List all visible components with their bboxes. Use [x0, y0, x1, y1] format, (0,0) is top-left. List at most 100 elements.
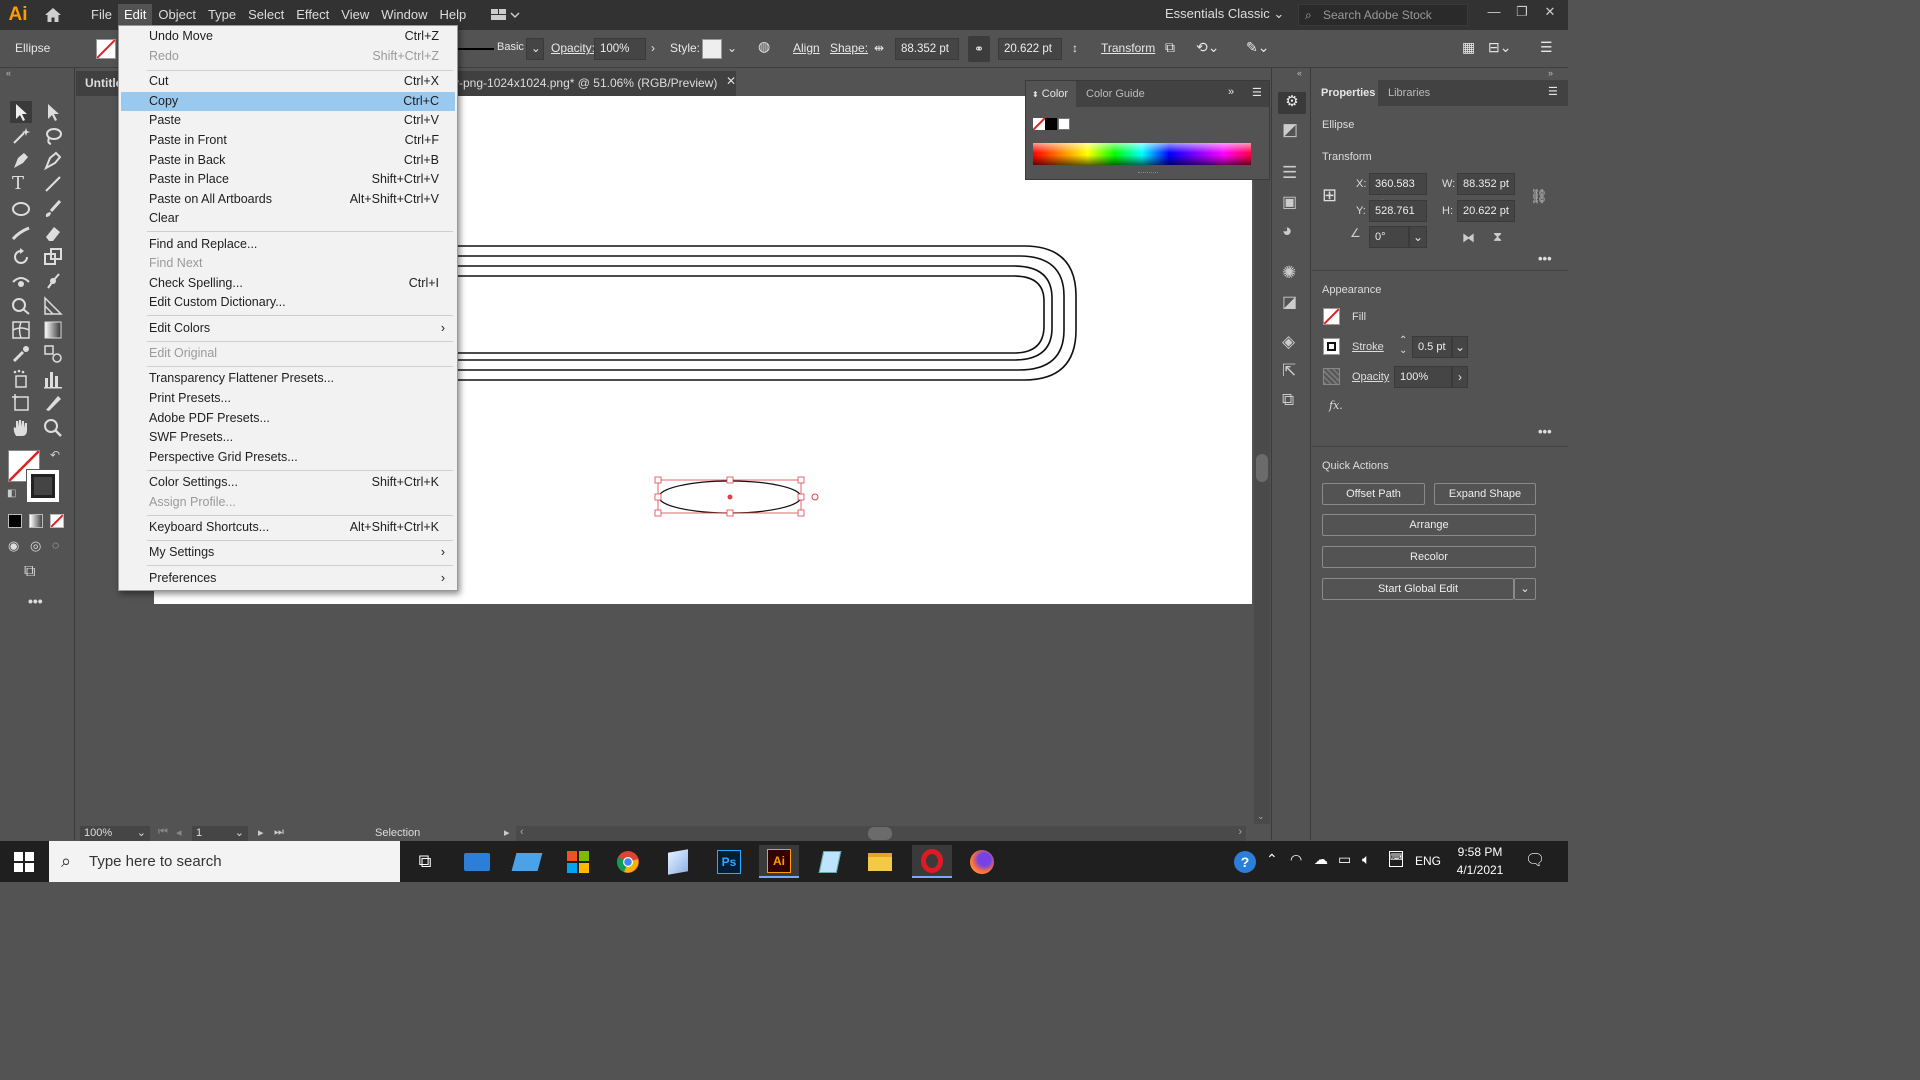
slice-tool-icon[interactable]	[42, 392, 64, 414]
none-swatch[interactable]	[1033, 118, 1045, 130]
scroll-down-icon[interactable]: ⌄	[1257, 811, 1265, 822]
menu-item-adobe-pdf-presets[interactable]: Adobe PDF Presets...	[121, 409, 455, 428]
last-artboard-icon[interactable]: ⏭	[274, 826, 284, 839]
menu-item-perspective-grid-presets[interactable]: Perspective Grid Presets...	[121, 448, 455, 467]
paintbrush-tool-icon[interactable]	[42, 198, 64, 220]
menu-item-color-settings[interactable]: Color Settings... Shift+Ctrl+K	[121, 473, 455, 492]
onedrive-icon[interactable]: ☁	[1314, 851, 1328, 868]
graphic-styles-panel-icon[interactable]: ◪	[1282, 292, 1297, 312]
white-swatch[interactable]	[1058, 118, 1070, 130]
notifications-icon[interactable]: 🗨︎	[1525, 850, 1545, 870]
artboards-panel-icon[interactable]: ⧉	[1282, 390, 1294, 410]
menu-item-find-and-replace[interactable]: Find and Replace...	[121, 235, 455, 254]
language-indicator[interactable]: ENG	[1415, 854, 1441, 868]
home-icon[interactable]	[36, 0, 70, 30]
curvature-tool-icon[interactable]	[42, 149, 64, 171]
rotate-input[interactable]: 0°	[1369, 226, 1409, 248]
volume-icon[interactable]: 🔈︎	[1362, 851, 1370, 868]
color-spectrum-bar[interactable]	[1033, 143, 1251, 165]
arrange-button[interactable]: Arrange	[1322, 514, 1536, 536]
horizontal-scroll-thumb[interactable]	[868, 827, 892, 840]
menu-item-paste[interactable]: Paste Ctrl+V	[121, 111, 455, 130]
panel-expand-icon[interactable]: »	[1228, 86, 1234, 98]
menu-select[interactable]: Select	[242, 4, 290, 26]
width-input[interactable]: 88.352 pt	[895, 38, 959, 60]
firefox-app-icon[interactable]	[962, 845, 1002, 878]
height-input[interactable]: 20.622 pt	[998, 38, 1062, 60]
edit-toolbar-icon[interactable]: •••	[28, 593, 43, 609]
previous-artboard-icon[interactable]: ◂	[176, 826, 182, 839]
3d-box-app-icon[interactable]	[658, 845, 698, 878]
ellipse-tool-icon[interactable]	[10, 198, 32, 220]
type-tool-icon[interactable]: T	[12, 173, 34, 195]
transform-each-icon[interactable]: ⧉	[1165, 39, 1175, 56]
menu-item-paste-in-front[interactable]: Paste in Front Ctrl+F	[121, 131, 455, 150]
default-colors-icon[interactable]: ◧	[7, 488, 16, 499]
lasso-tool-icon[interactable]	[42, 125, 64, 147]
start-global-edit-button[interactable]: Start Global Edit	[1322, 578, 1514, 600]
fill-swatch[interactable]	[1323, 308, 1340, 325]
expand-shape-button[interactable]: Expand Shape	[1434, 483, 1536, 505]
mail-app-icon[interactable]	[457, 845, 497, 878]
symbol-sprayer-tool-icon[interactable]	[10, 368, 32, 390]
scale-tool-icon[interactable]	[42, 246, 64, 268]
menu-object[interactable]: Object	[152, 4, 202, 26]
swap-colors-icon[interactable]: ↶	[50, 448, 60, 462]
properties-panel-icon[interactable]: ⚙	[1278, 92, 1306, 114]
flip-vertical-icon[interactable]: ⧗	[1493, 229, 1502, 245]
arrange-panel-icon[interactable]: ▦	[1462, 39, 1475, 56]
scroll-right-icon[interactable]: ›	[1238, 826, 1242, 838]
artboard-tool-icon[interactable]	[10, 392, 32, 414]
h-input[interactable]: 20.622 pt	[1457, 200, 1515, 222]
recolor-artwork-icon[interactable]: ◍	[758, 38, 770, 55]
panel-menu-icon[interactable]: ☰	[1540, 39, 1553, 56]
perspective-grid-tool-icon[interactable]	[42, 295, 64, 317]
flip-icon[interactable]: ⟲⌄	[1196, 39, 1219, 56]
eraser-tool-icon[interactable]	[42, 222, 64, 244]
minimize-icon[interactable]: —	[1484, 4, 1504, 24]
selection-tool-icon[interactable]	[10, 101, 32, 123]
offset-path-button[interactable]: Offset Path	[1322, 483, 1425, 505]
draw-normal-icon[interactable]: ◉	[8, 538, 19, 554]
chrome-app-icon[interactable]	[608, 845, 648, 878]
panel-menu-icon[interactable]: ☰	[1548, 85, 1558, 98]
more-options-icon[interactable]: •••	[1538, 251, 1552, 266]
opacity-input[interactable]: 100%	[594, 38, 646, 60]
gradient-tool-icon[interactable]	[42, 319, 64, 341]
menu-item-edit-colors[interactable]: Edit Colors ›	[121, 319, 455, 338]
magic-wand-tool-icon[interactable]	[10, 125, 32, 147]
blend-tool-icon[interactable]	[42, 343, 64, 365]
menu-window[interactable]: Window	[375, 4, 433, 26]
menu-item-swf-presets[interactable]: SWF Presets...	[121, 428, 455, 447]
tab-color[interactable]: ⬍ Color	[1026, 81, 1076, 107]
appearance-panel-icon[interactable]: ✺	[1282, 263, 1296, 283]
microsoft-store-app-icon[interactable]	[558, 845, 598, 878]
menu-item-edit-custom-dictionary[interactable]: Edit Custom Dictionary...	[121, 293, 455, 312]
fx-effects-button[interactable]: fx.	[1329, 399, 1343, 412]
collapse-arrows-icon[interactable]: «	[1297, 68, 1302, 78]
arrange-documents-icon[interactable]	[490, 4, 524, 26]
stroke-label[interactable]: Stroke	[1352, 341, 1384, 353]
workspace-switcher[interactable]: Essentials Classic ⌄	[1165, 6, 1284, 22]
scroll-left-icon[interactable]: ‹	[520, 826, 524, 838]
stroke-stepper-icon[interactable]: ⌃ ⌄	[1399, 336, 1407, 356]
stroke-color-swatch[interactable]	[26, 469, 60, 503]
taskbar-clock[interactable]: 9:58 PM 4/1/2021	[1450, 843, 1510, 879]
tab-properties[interactable]: Properties	[1312, 80, 1378, 106]
opacity-input[interactable]: 100%	[1394, 366, 1452, 388]
menu-item-transparency-flattener-presets[interactable]: Transparency Flattener Presets...	[121, 369, 455, 388]
stock-search-input[interactable]: ⌕ Search Adobe Stock	[1298, 4, 1468, 26]
align-link[interactable]: Align	[793, 41, 820, 55]
remote-desktop-app-icon[interactable]	[507, 845, 547, 878]
draw-behind-icon[interactable]: ◎	[30, 538, 41, 554]
puppet-warp-tool-icon[interactable]	[42, 270, 64, 292]
column-graph-tool-icon[interactable]	[42, 368, 64, 390]
stroke-weight-dropdown[interactable]: ⌄	[1452, 336, 1468, 358]
next-artboard-icon[interactable]: ▸	[258, 826, 264, 839]
menu-item-print-presets[interactable]: Print Presets...	[121, 389, 455, 408]
network-icon[interactable]: ◠	[1290, 851, 1302, 868]
menu-view[interactable]: View	[335, 4, 375, 26]
menu-item-check-spelling[interactable]: Check Spelling... Ctrl+I	[121, 274, 455, 293]
menu-item-undo-move[interactable]: Undo Move Ctrl+Z	[121, 27, 455, 46]
illustrator-app-icon[interactable]: Ai	[759, 845, 799, 878]
